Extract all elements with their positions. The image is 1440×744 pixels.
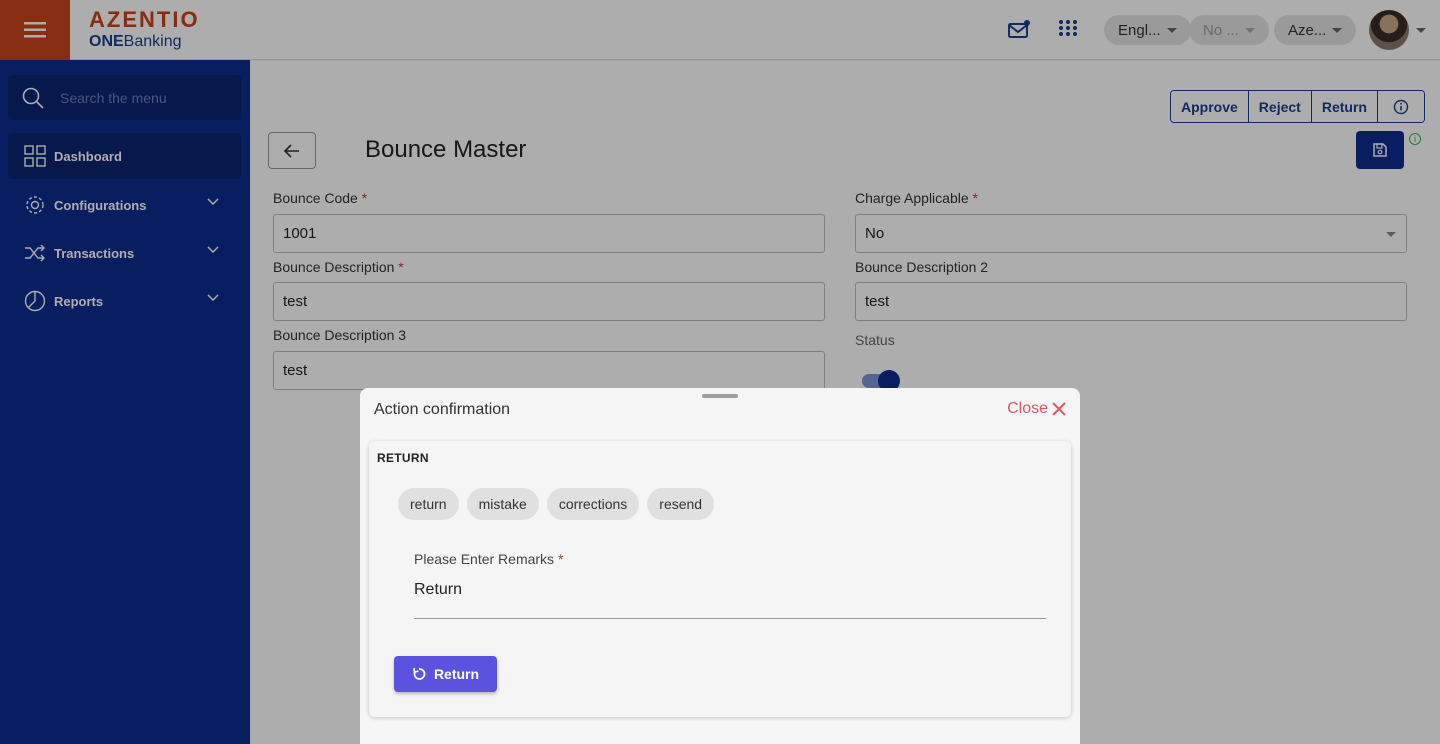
drag-handle[interactable] — [702, 394, 738, 398]
remarks-label: Please Enter Remarks * — [414, 551, 564, 567]
close-button[interactable]: Close — [1007, 400, 1066, 418]
undo-icon — [413, 667, 426, 680]
chip-return[interactable]: return — [398, 488, 459, 520]
dialog-title: Action confirmation — [374, 401, 511, 418]
submit-return-button[interactable]: Return — [394, 656, 497, 692]
return-card: RETURN return mistake corrections resend… — [369, 441, 1071, 717]
action-confirmation-sheet: Action confirmation Close RETURN return … — [360, 388, 1080, 744]
remarks-input[interactable] — [414, 577, 1046, 619]
section-heading: RETURN — [377, 451, 429, 465]
chip-corrections[interactable]: corrections — [546, 488, 640, 520]
remark-suggestions: return mistake corrections resend — [398, 488, 715, 520]
chip-resend[interactable]: resend — [647, 488, 715, 520]
chip-mistake[interactable]: mistake — [466, 488, 539, 520]
close-icon — [1052, 402, 1066, 416]
